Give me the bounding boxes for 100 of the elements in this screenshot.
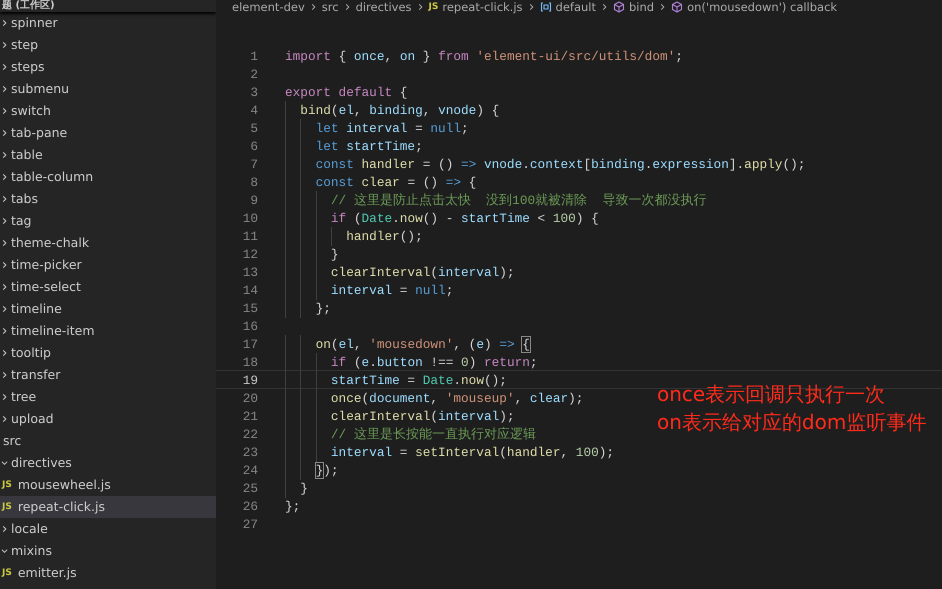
code-line: let interval = null;: [285, 119, 469, 136]
line-number: 16: [242, 318, 258, 334]
chevron-right-icon[interactable]: [1, 239, 8, 247]
breadcrumb-item[interactable]: default: [556, 0, 596, 14]
annotation-text: once表示回调只执行一次: [657, 381, 886, 408]
line-number: 20: [242, 390, 258, 406]
chevron-right-icon: [310, 3, 317, 11]
chevron-right-icon[interactable]: [1, 41, 8, 49]
line-number: 10: [242, 210, 258, 226]
folder-item[interactable]: submenu: [0, 78, 216, 100]
chevron-right-icon[interactable]: [1, 85, 8, 93]
breadcrumb-item[interactable]: bind: [629, 0, 654, 14]
js-file-icon: JS: [2, 502, 12, 512]
line-number: 13: [242, 264, 258, 280]
folder-item[interactable]: spinner: [0, 12, 216, 34]
folder-item[interactable]: step: [0, 34, 216, 56]
code-line: import { once, on } from 'element-ui/src/utils/dom';: [285, 48, 683, 64]
code-line: }: [285, 245, 339, 262]
code-line: if (e.button !== 0) return;: [285, 353, 538, 370]
chevron-right-icon[interactable]: [1, 19, 8, 27]
chevron-right-icon[interactable]: [1, 283, 8, 291]
chevron-right-icon[interactable]: [1, 305, 8, 313]
folder-item[interactable]: tab-pane: [0, 122, 216, 144]
file-item[interactable]: JS repeat-click.js: [0, 496, 216, 518]
chevron-down-icon[interactable]: [1, 547, 8, 555]
folder-item[interactable]: upload: [0, 408, 216, 430]
bracket-box-icon: [540, 1, 552, 13]
chevron-right-icon[interactable]: [1, 327, 8, 335]
line-number: 4: [249, 102, 258, 118]
line-number: 7: [249, 156, 258, 172]
code-line: let startTime;: [285, 137, 423, 154]
folder-item[interactable]: time-picker: [0, 254, 216, 276]
folder-item[interactable]: directives: [0, 452, 216, 474]
breadcrumb-item[interactable]: src: [322, 0, 339, 14]
breadcrumb-item[interactable]: element-dev: [232, 0, 305, 14]
code-line: export default {: [285, 84, 408, 100]
line-number: 6: [249, 138, 258, 154]
folder-item[interactable]: time-select: [0, 276, 216, 298]
line-number: 24: [242, 462, 258, 478]
line-number: 21: [242, 408, 258, 424]
breadcrumb-item[interactable]: directives: [356, 0, 412, 14]
folder-item[interactable]: steps: [0, 56, 216, 78]
code-line: interval = setInterval(handler, 100);: [285, 443, 614, 460]
chevron-right-icon[interactable]: [1, 107, 8, 115]
folder-item[interactable]: transfer: [0, 364, 216, 386]
folder-item[interactable]: tooltip: [0, 342, 216, 364]
folder-item[interactable]: table: [0, 144, 216, 166]
chevron-right-icon[interactable]: [1, 151, 8, 159]
folder-item[interactable]: timeline-item: [0, 320, 216, 342]
line-number: 2: [249, 66, 258, 82]
chevron-right-icon[interactable]: [1, 525, 8, 533]
chevron-right-icon[interactable]: [1, 349, 8, 357]
chevron-right-icon[interactable]: [1, 195, 8, 203]
line-number: 25: [242, 480, 258, 496]
folder-item[interactable]: tag: [0, 210, 216, 232]
line-number: 26: [242, 498, 258, 514]
chevron-right-icon[interactable]: [1, 261, 8, 269]
folder-item[interactable]: switch: [0, 100, 216, 122]
line-number: 18: [242, 354, 258, 370]
breadcrumb-item[interactable]: repeat-click.js: [442, 0, 523, 14]
code-line: }: [285, 479, 308, 496]
code-line: interval = null;: [285, 281, 454, 298]
folder-item[interactable]: table-column: [0, 166, 216, 188]
chevron-right-icon[interactable]: [1, 371, 8, 379]
chevron-right-icon[interactable]: [1, 393, 8, 401]
chevron-right-icon[interactable]: [1, 63, 8, 71]
chevron-right-icon[interactable]: [1, 129, 8, 137]
code-line: const handler = () => vnode.context[binding.expression].apply();: [285, 155, 806, 172]
folder-item[interactable]: theme-chalk: [0, 232, 216, 254]
chevron-down-icon[interactable]: [1, 459, 8, 467]
js-file-icon: JS: [2, 480, 12, 490]
file-item[interactable]: JS emitter.js: [0, 562, 216, 584]
cube-icon: [613, 1, 625, 13]
line-number: 8: [249, 174, 258, 190]
chevron-right-icon[interactable]: [1, 415, 8, 423]
code-line: // 这里是长按能一直执行对应逻辑: [285, 425, 536, 442]
chevron-right-icon[interactable]: [1, 217, 8, 225]
code-line: };: [285, 299, 331, 316]
chevron-right-icon[interactable]: [1, 173, 8, 181]
js-file-icon: JS: [428, 2, 438, 12]
folder-item[interactable]: tree: [0, 386, 216, 408]
folder-item[interactable]: timeline: [0, 298, 216, 320]
folder-item[interactable]: tabs: [0, 188, 216, 210]
chevron-right-icon: [528, 3, 535, 11]
folder-item[interactable]: mixins: [0, 540, 216, 562]
chevron-right-icon: [344, 3, 351, 11]
code-line: clearInterval(interval);: [285, 263, 515, 280]
code-line: startTime = Date.now();: [285, 371, 507, 388]
breadcrumb-item[interactable]: on('mousedown') callback: [687, 0, 838, 14]
line-number: 14: [242, 282, 258, 298]
code-line: bind(el, binding, vnode) {: [285, 101, 500, 118]
folder-item[interactable]: locale: [0, 518, 216, 540]
folder-item[interactable]: src: [0, 430, 216, 452]
line-number: 12: [242, 246, 258, 262]
code-line: const clear = () => {: [285, 173, 476, 190]
file-item[interactable]: JS mousewheel.js: [0, 474, 216, 496]
chevron-right-icon: [601, 3, 608, 11]
code-line: on(el, 'mousedown', (e) => {: [285, 335, 530, 352]
chevron-right-icon: [659, 3, 666, 11]
line-number: 17: [242, 336, 258, 352]
